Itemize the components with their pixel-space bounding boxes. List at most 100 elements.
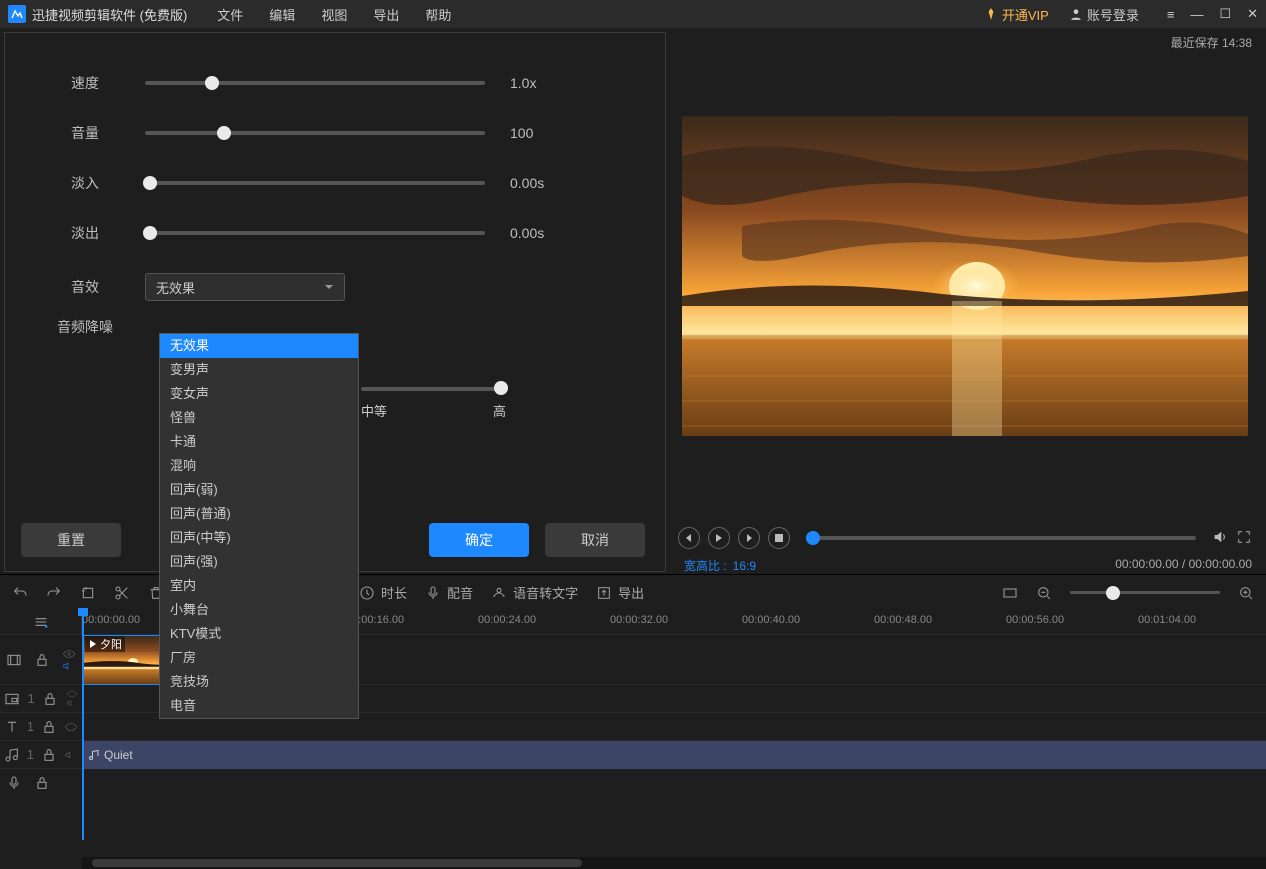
fadein-slider[interactable] [145, 173, 485, 193]
maximize-button[interactable]: ☐ [1219, 6, 1231, 22]
fit-button[interactable] [1002, 585, 1018, 601]
playhead[interactable] [82, 610, 84, 840]
speed-slider[interactable] [145, 73, 485, 93]
cancel-button[interactable]: 取消 [545, 523, 645, 557]
video-clip-name: 夕阳 [85, 636, 125, 652]
close-button[interactable]: ✕ [1247, 6, 1258, 22]
effect-option-male[interactable]: 变男声 [160, 358, 358, 382]
menu-edit[interactable]: 编辑 [269, 5, 295, 24]
window-controls: ≡ — ☐ ✕ [1167, 6, 1258, 22]
voice-track [0, 768, 1266, 796]
main-menu: 文件 编辑 视图 导出 帮助 [217, 5, 451, 24]
play-button[interactable] [708, 527, 730, 549]
duration-button[interactable]: 时长 [359, 583, 407, 602]
vip-button[interactable]: 开通VIP [984, 5, 1049, 24]
effect-option-none[interactable]: 无效果 [160, 334, 358, 358]
speaker-icon[interactable] [62, 661, 76, 671]
lock-icon[interactable] [42, 691, 58, 707]
menu-help[interactable]: 帮助 [425, 5, 451, 24]
preview-panel: 最近保存 14:38 [666, 28, 1266, 574]
volume-value: 100 [510, 125, 590, 141]
denoise-slider[interactable]: 中等 高 [361, 383, 506, 413]
undo-button[interactable] [12, 585, 28, 601]
prev-frame-button[interactable] [678, 527, 700, 549]
horizontal-scrollbar[interactable] [0, 857, 1266, 869]
menu-view[interactable]: 视图 [321, 5, 347, 24]
eye-icon[interactable] [66, 690, 78, 698]
music-icon [88, 749, 100, 761]
effect-option-echo-weak[interactable]: 回声(弱) [160, 478, 358, 502]
effect-option-small-stage[interactable]: 小舞台 [160, 598, 358, 622]
pip-icon[interactable] [4, 691, 20, 707]
audio-track: 1 Quiet [0, 740, 1266, 768]
ruler-tick: 00:00:56.00 [1006, 614, 1064, 626]
speech-to-text-button[interactable]: 语音转文字 [491, 583, 578, 602]
account-button[interactable]: 账号登录 [1069, 5, 1139, 24]
next-frame-button[interactable] [738, 527, 760, 549]
video-track-header [0, 635, 82, 684]
film-icon[interactable] [6, 652, 22, 668]
ruler-tick: 00:00:24.00 [478, 614, 536, 626]
fadeout-slider[interactable] [145, 223, 485, 243]
audio-clip[interactable]: Quiet [82, 741, 1266, 769]
effect-option-ktv[interactable]: KTV模式 [160, 622, 358, 646]
effect-option-monster[interactable]: 怪兽 [160, 406, 358, 430]
music-icon[interactable] [4, 747, 20, 763]
effect-option-female[interactable]: 变女声 [160, 382, 358, 406]
effect-option-indoor[interactable]: 室内 [160, 574, 358, 598]
zoom-in-button[interactable] [1238, 585, 1254, 601]
redo-button[interactable] [46, 585, 62, 601]
play-icon [88, 639, 98, 649]
eye-icon[interactable] [62, 649, 76, 659]
volume-label: 音量 [25, 123, 145, 143]
add-track-button[interactable] [0, 610, 82, 634]
lock-icon[interactable] [34, 652, 50, 668]
ok-button[interactable]: 确定 [429, 523, 529, 557]
ruler-tick: 00:00:32.00 [610, 614, 668, 626]
timecode: 00:00:00.00 / 00:00:00.00 [1115, 557, 1252, 574]
volume-icon[interactable] [1212, 529, 1228, 548]
speaker-icon[interactable] [64, 750, 78, 760]
mic-icon[interactable] [6, 775, 22, 791]
stop-button[interactable] [768, 527, 790, 549]
lock-icon[interactable] [41, 747, 57, 763]
menu-export[interactable]: 导出 [373, 5, 399, 24]
fullscreen-icon[interactable] [1236, 529, 1252, 548]
zoom-slider[interactable] [1070, 583, 1220, 603]
effect-option-echo-mid[interactable]: 回声(中等) [160, 526, 358, 550]
effect-selected: 无效果 [156, 278, 195, 297]
crop-button[interactable] [80, 585, 96, 601]
eye-icon[interactable] [64, 722, 78, 732]
minimize-button[interactable]: — [1190, 7, 1203, 22]
zoom-out-button[interactable] [1036, 585, 1052, 601]
effect-option-electronic[interactable]: 电音 [160, 694, 358, 718]
lock-icon[interactable] [34, 775, 50, 791]
text-icon[interactable] [4, 719, 20, 735]
ruler-tick: 00:00:40.00 [742, 614, 800, 626]
audio-properties-panel: 速度 1.0x 音量 100 淡入 0.00s 淡出 0.00s 音效 无效果 [4, 32, 666, 572]
lock-icon[interactable] [41, 719, 57, 735]
effect-dropdown[interactable]: 无效果 [145, 273, 345, 301]
effect-option-echo-strong[interactable]: 回声(强) [160, 550, 358, 574]
export-button[interactable]: 导出 [596, 583, 644, 602]
volume-slider[interactable] [145, 123, 485, 143]
ruler-tick: 00:00:00.00 [82, 614, 140, 626]
effect-option-reverb[interactable]: 混响 [160, 454, 358, 478]
denoise-label: 音频降噪 [25, 317, 145, 337]
effect-option-factory[interactable]: 厂房 [160, 646, 358, 670]
speaker-icon[interactable] [66, 699, 78, 707]
reset-button[interactable]: 重置 [21, 523, 121, 557]
menu-file[interactable]: 文件 [217, 5, 243, 24]
cut-button[interactable] [114, 585, 130, 601]
seek-slider[interactable] [806, 528, 1196, 548]
effect-option-arena[interactable]: 竞技场 [160, 670, 358, 694]
ruler-tick: 00:01:04.00 [1138, 614, 1196, 626]
audio-track-header: 1 [0, 741, 82, 768]
dubbing-button[interactable]: 配音 [425, 583, 473, 602]
preview-video[interactable] [682, 116, 1248, 436]
menu-lines-icon[interactable]: ≡ [1167, 7, 1175, 22]
effect-option-echo-normal[interactable]: 回声(普通) [160, 502, 358, 526]
fadein-value: 0.00s [510, 175, 590, 191]
effect-option-cartoon[interactable]: 卡通 [160, 430, 358, 454]
fadein-label: 淡入 [25, 173, 145, 193]
